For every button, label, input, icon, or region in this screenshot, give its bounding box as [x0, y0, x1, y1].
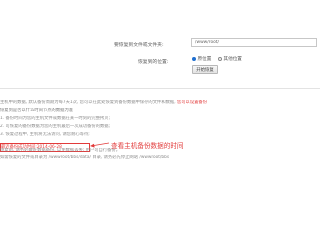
radio-other-label: 其他位置	[223, 57, 242, 62]
note-line: 2. 可恢复的备份数据为您的主机最后一次成功备份的数据;	[0, 124, 111, 129]
restore-location-label: 恢复到的位置:	[138, 60, 169, 65]
radio-selected-icon[interactable]	[192, 57, 196, 61]
note-line: 3. 恢复过程中, 主机将无法访问, 请您耐心等待;	[0, 132, 90, 137]
radio-other-location[interactable]: 其他位置	[218, 56, 242, 62]
radio-unselected-icon[interactable]	[218, 57, 222, 61]
radio-original-label: 原位置	[197, 57, 212, 62]
note-line: 1. 备份时间为您的主机文件或数据在某一时刻的完整拷贝;	[0, 116, 111, 121]
set-backup-link[interactable]: 您可以设置备份	[177, 100, 207, 105]
restore-form: 要恢复到文件或文件夹: 恢复到的位置: 原位置 其他位置 开始恢复	[0, 0, 320, 87]
restore-path-input[interactable]	[191, 38, 317, 47]
annotation-callout: 查看主机备份数据的时间	[111, 142, 184, 150]
note-line: 如需恢复的文件或目录为 /wwwroot/bbs/data/ 目录, 请务必先停…	[0, 155, 170, 160]
restore-path-label: 要恢复到文件或文件夹:	[114, 43, 164, 48]
note-line: 恢复到是否以什么时间节点的数据为准	[0, 108, 74, 113]
note-line: 主机中的数据, 默认备份周期为每7天1次, 您可以在此处恢复到备份数据中保存的文…	[0, 100, 320, 105]
start-restore-button[interactable]: 开始恢复	[192, 65, 218, 74]
note-text: 主机中的数据, 默认备份周期为每7天1次, 您可以在此处恢复到备份数据中保存的文…	[0, 100, 177, 105]
section-divider	[0, 88, 320, 89]
page-bottom	[0, 172, 320, 200]
radio-original-location[interactable]: 原位置	[192, 56, 211, 62]
